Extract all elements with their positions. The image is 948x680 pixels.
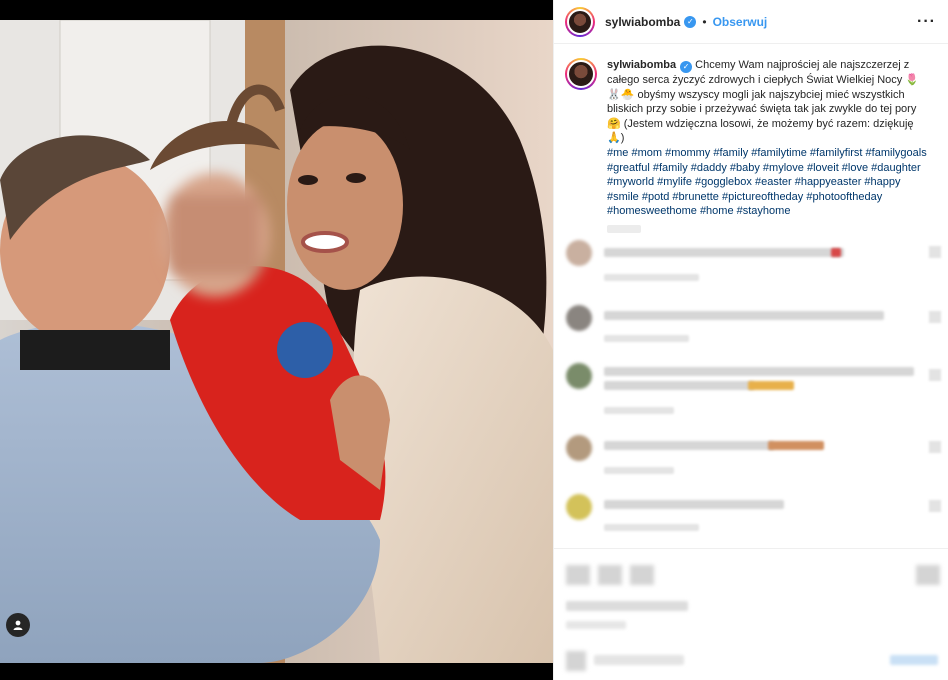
- comment-avatar: [566, 435, 592, 461]
- post-date-blurred: [566, 621, 626, 629]
- comment-avatar: [566, 240, 592, 266]
- tag-people-button[interactable]: [6, 613, 30, 637]
- comment-item-blurred: [566, 494, 941, 544]
- share-icon[interactable]: [630, 565, 654, 585]
- post-caption: sylwiabomba ✓ Chcemy Wam najprościej ale …: [607, 58, 932, 219]
- heart-icon[interactable]: [929, 311, 941, 323]
- comment-item-blurred: [566, 305, 941, 355]
- comment-meta-blurred: [604, 407, 674, 414]
- header-separator: •: [702, 14, 707, 29]
- comment-text-blurred: [604, 500, 784, 509]
- comment-meta-blurred: [604, 335, 689, 342]
- comment-emoji-blurred: [831, 248, 841, 257]
- verified-badge-icon: ✓: [680, 61, 693, 73]
- comment-avatar: [566, 494, 592, 520]
- verified-badge-icon: ✓: [684, 15, 697, 28]
- post-actions-footer: [554, 548, 948, 680]
- comment-text-blurred: [604, 311, 884, 320]
- post-username[interactable]: sylwiabomba: [605, 15, 680, 29]
- comment-item-blurred: [566, 435, 941, 485]
- caption-username[interactable]: sylwiabomba: [607, 59, 676, 71]
- like-icon[interactable]: [566, 565, 590, 585]
- likes-count-blurred: [566, 601, 688, 611]
- heart-icon[interactable]: [929, 246, 941, 258]
- caption-hashtags[interactable]: #me #mom #mommy #family #familytime #fam…: [607, 147, 927, 217]
- post-side-panel: sylwiabomba ✓ • Obserwuj ··· sylwiabomba…: [553, 0, 948, 680]
- heart-icon[interactable]: [929, 500, 941, 512]
- heart-icon[interactable]: [929, 441, 941, 453]
- follow-button[interactable]: Obserwuj: [713, 15, 768, 29]
- comment-avatar: [566, 363, 592, 389]
- comment-meta-blurred: [604, 467, 674, 474]
- comment-meta-blurred: [604, 274, 699, 281]
- save-icon[interactable]: [916, 565, 940, 585]
- caption-text: Chcemy Wam najprościej ale najszczerzej …: [607, 59, 920, 145]
- family-photo-image: [0, 20, 553, 663]
- comment-text-blurred: [604, 248, 844, 257]
- comment-item-blurred: [566, 363, 941, 414]
- caption-block: sylwiabomba ✓ Chcemy Wam najprościej ale …: [554, 44, 948, 219]
- post-comment-button-blurred[interactable]: [890, 655, 938, 665]
- more-horizontal-icon[interactable]: ···: [917, 13, 936, 31]
- comment-icon[interactable]: [598, 565, 622, 585]
- heart-icon[interactable]: [929, 369, 941, 381]
- post-media-panel: [0, 0, 553, 680]
- avatar[interactable]: [565, 6, 595, 37]
- post-header: sylwiabomba ✓ • Obserwuj ···: [554, 0, 948, 44]
- comment-emoji-blurred: [748, 381, 794, 390]
- post-photo[interactable]: [0, 20, 553, 663]
- emoji-icon[interactable]: [566, 651, 586, 671]
- comment-text-blurred: [604, 381, 754, 390]
- comment-text-blurred: [604, 367, 914, 376]
- comment-emoji-blurred: [768, 441, 824, 450]
- caption-avatar[interactable]: [565, 58, 597, 90]
- comment-avatar: [566, 305, 592, 331]
- comment-item-blurred: [566, 240, 941, 290]
- user-tag-icon: [13, 620, 23, 630]
- caption-timestamp-blurred: [607, 224, 641, 233]
- comment-meta-blurred: [604, 524, 699, 531]
- comment-text-blurred: [604, 441, 774, 450]
- comment-input-blurred[interactable]: [594, 655, 684, 665]
